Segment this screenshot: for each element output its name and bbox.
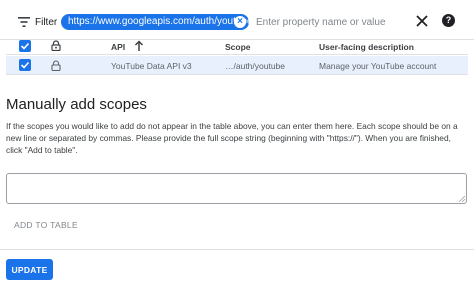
column-header-description[interactable]: User-facing description xyxy=(319,42,414,52)
check-icon xyxy=(20,61,30,69)
manual-scopes-input[interactable] xyxy=(6,173,467,204)
row-api: YouTube Data API v3 xyxy=(111,61,192,71)
filter-button[interactable]: Filter xyxy=(18,14,57,30)
lock-icon xyxy=(51,60,61,71)
row-scope: …/auth/youtube xyxy=(225,61,286,71)
section-title: Manually add scopes xyxy=(6,96,147,113)
filter-bar: Filter https://www.googleapis.com/auth/y… xyxy=(0,0,474,40)
chip-remove-icon[interactable]: × xyxy=(234,16,246,28)
help-icon[interactable]: ? xyxy=(442,14,455,27)
lock-icon xyxy=(51,40,61,51)
filter-chip-text: https://www.googleapis.com/auth/youtube xyxy=(68,16,249,27)
filter-chip[interactable]: https://www.googleapis.com/auth/youtube … xyxy=(61,14,249,30)
add-to-table-button[interactable]: ADD TO TABLE xyxy=(6,215,78,235)
column-header-api[interactable]: API xyxy=(111,42,125,52)
property-filter-input[interactable] xyxy=(256,14,406,30)
filter-icon xyxy=(18,17,30,27)
row-description: Manage your YouTube account xyxy=(319,61,437,71)
sort-ascending-icon[interactable] xyxy=(134,40,144,52)
column-header-scope[interactable]: Scope xyxy=(225,42,251,52)
select-all-checkbox[interactable] xyxy=(19,40,31,52)
row-checkbox[interactable] xyxy=(19,59,31,71)
table-header: API Scope User-facing description xyxy=(6,38,468,55)
close-icon[interactable] xyxy=(415,14,429,28)
filter-label: Filter xyxy=(35,16,58,28)
table-row[interactable]: YouTube Data API v3 …/auth/youtube Manag… xyxy=(6,56,468,75)
update-button[interactable]: UPDATE xyxy=(6,259,53,280)
section-description: If the scopes you would like to add do n… xyxy=(6,121,458,155)
divider xyxy=(0,249,474,250)
check-icon xyxy=(20,42,30,50)
